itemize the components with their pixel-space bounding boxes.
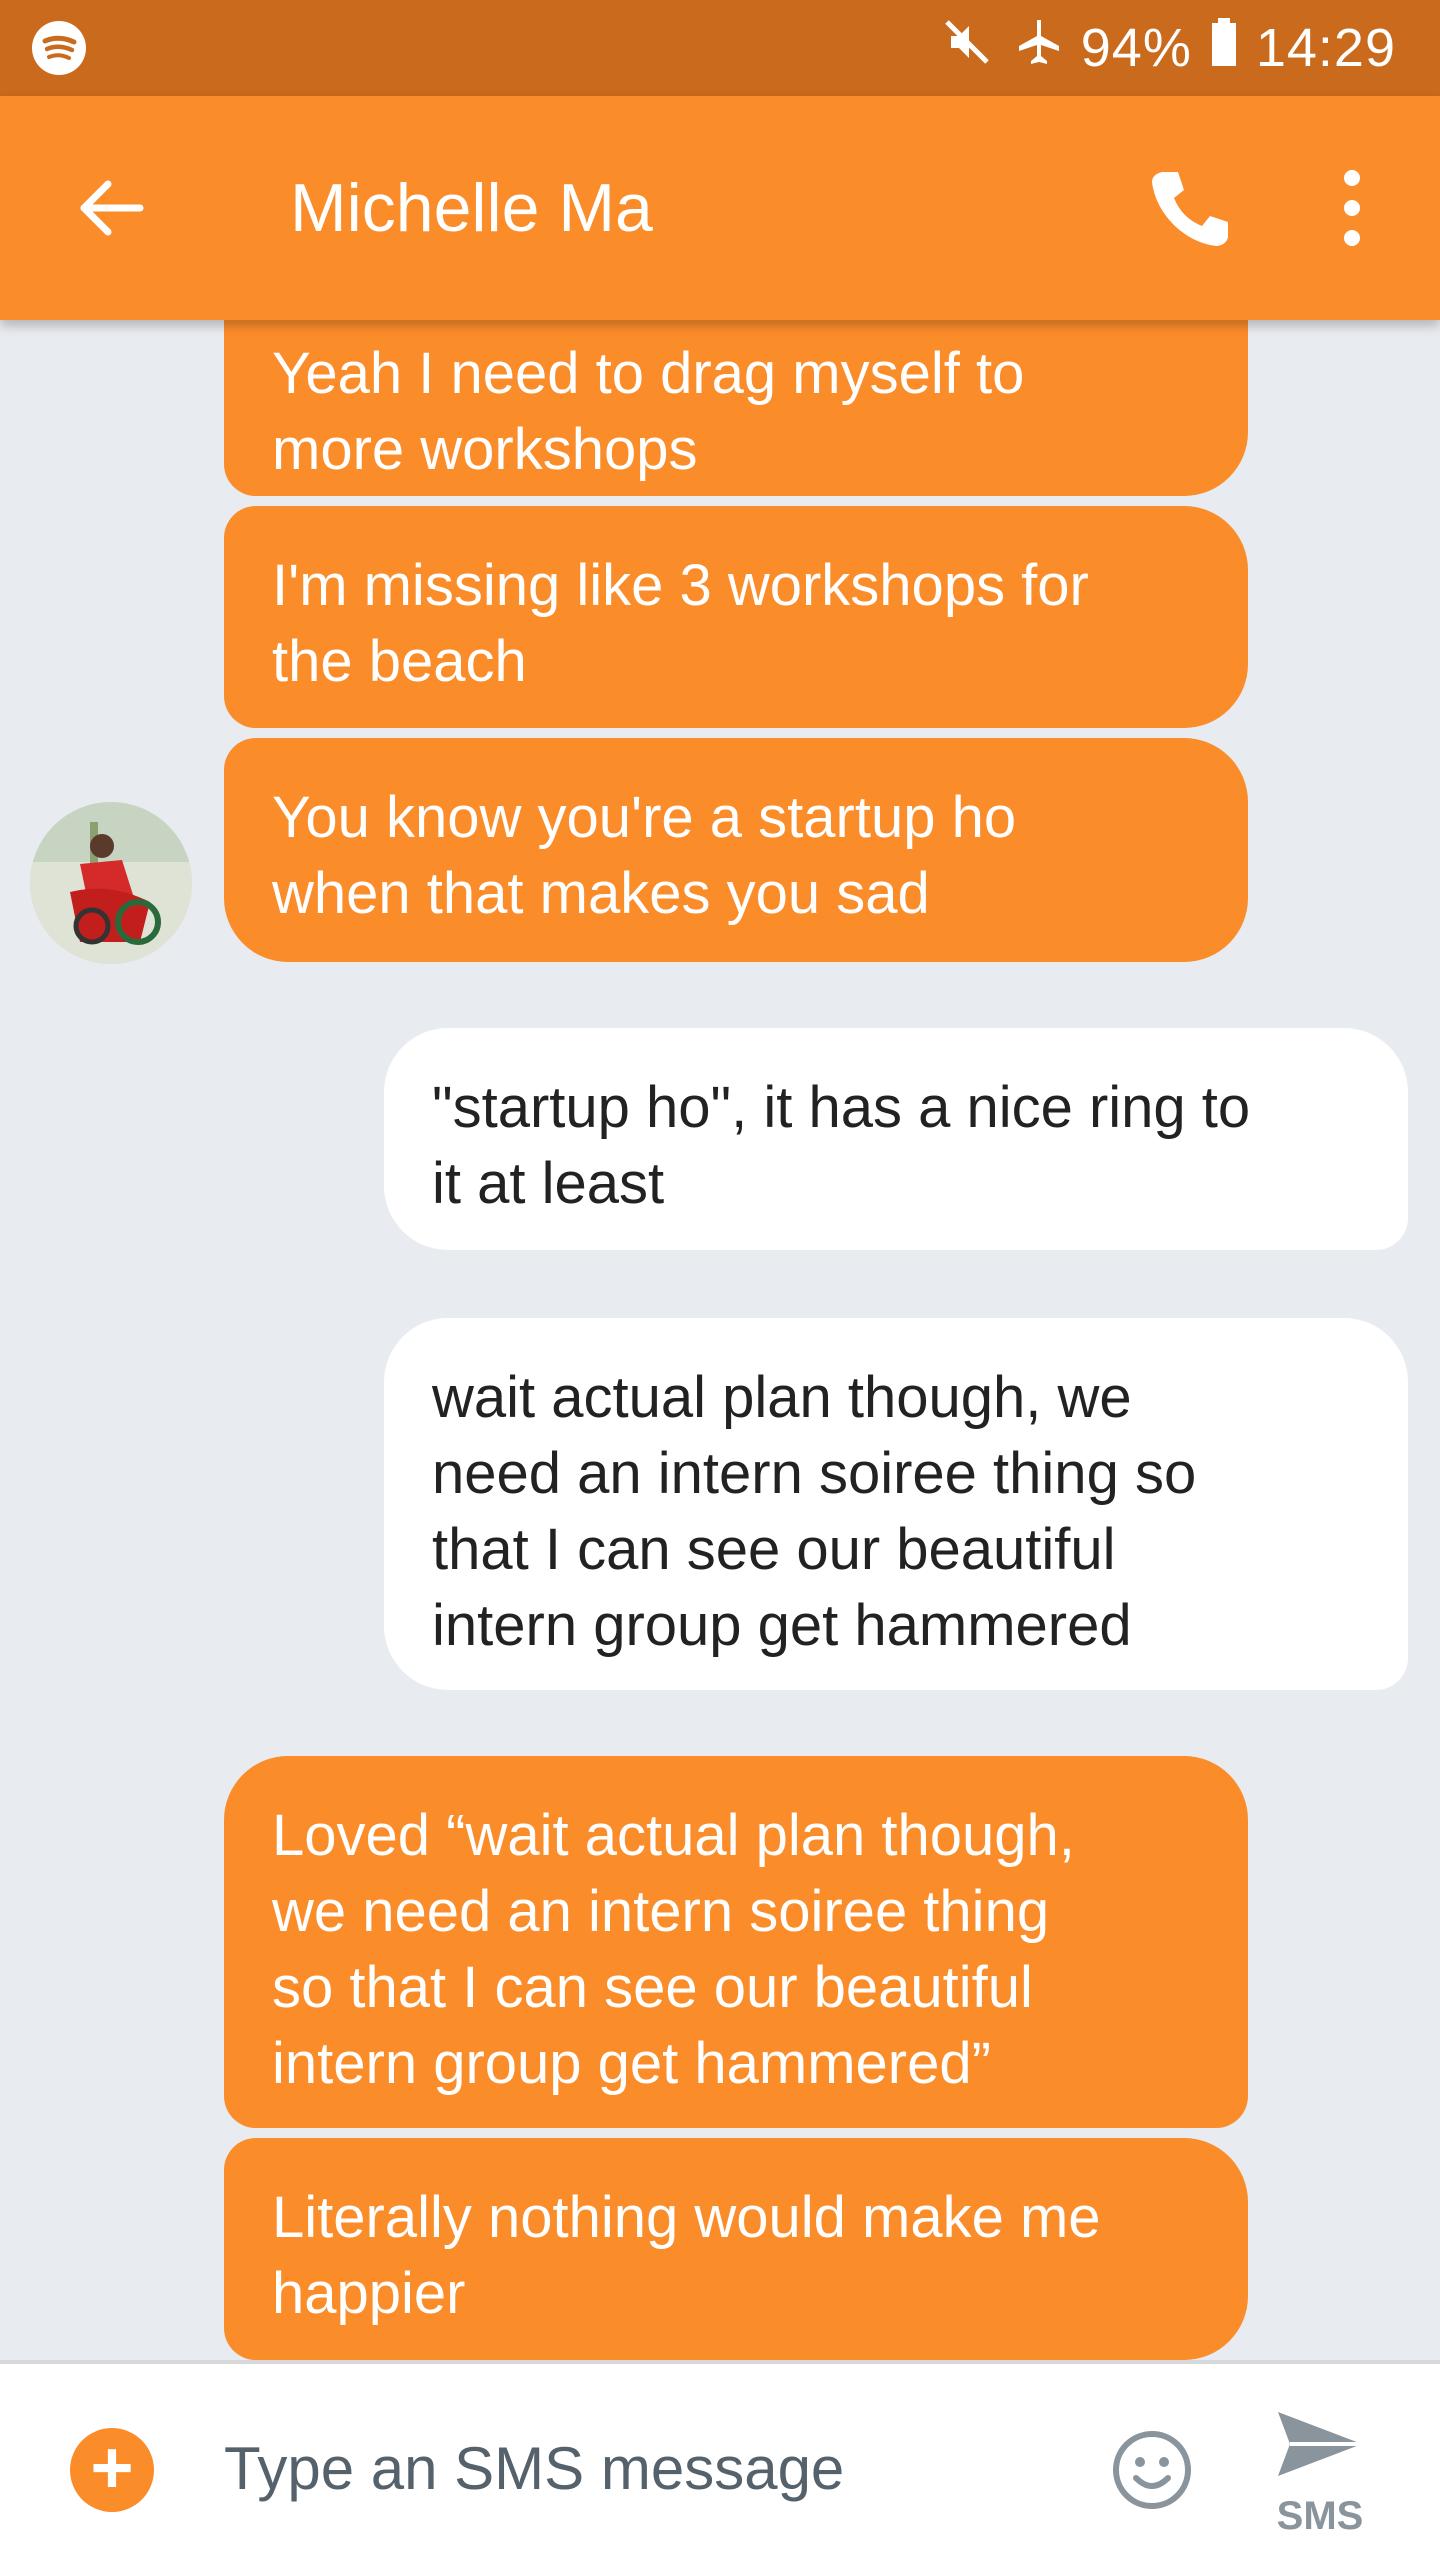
back-arrow-icon[interactable] xyxy=(70,166,154,250)
contact-name[interactable]: Michelle Ma xyxy=(290,96,653,320)
add-icon[interactable]: + xyxy=(70,2428,154,2512)
message-input[interactable] xyxy=(224,2424,1044,2514)
message-bubble-incoming[interactable]: I'm missing like 3 workshops for the bea… xyxy=(224,506,1248,728)
message-bubble-incoming[interactable]: Loved “wait actual plan though, we need … xyxy=(224,1756,1248,2128)
compose-bar: + SMS xyxy=(0,2360,1440,2560)
status-indicators: 94% 14:29 xyxy=(941,0,1396,96)
send-label[interactable]: SMS xyxy=(1264,2494,1376,2539)
mute-icon xyxy=(941,16,993,81)
message-thread[interactable]: Yeah I need to drag myself to more works… xyxy=(0,320,1440,2360)
send-icon[interactable] xyxy=(1270,2404,1370,2484)
clock: 14:29 xyxy=(1255,18,1396,78)
message-bubble-incoming[interactable]: Literally nothing would make me happier xyxy=(224,2138,1248,2360)
message-bubble-outgoing[interactable]: "startup ho", it has a nice ring to it a… xyxy=(384,1028,1408,1250)
phone-icon[interactable] xyxy=(1140,160,1236,256)
emoji-icon[interactable] xyxy=(1110,2428,1194,2512)
spotify-icon xyxy=(32,21,86,75)
airplane-icon xyxy=(1011,16,1063,81)
contact-avatar[interactable] xyxy=(30,802,192,964)
battery-icon xyxy=(1210,16,1238,81)
message-bubble-incoming[interactable]: Yeah I need to drag myself to more works… xyxy=(224,320,1248,496)
conversation-header: Michelle Ma xyxy=(0,96,1440,320)
message-bubble-outgoing[interactable]: wait actual plan though, we need an inte… xyxy=(384,1318,1408,1690)
status-bar: 94% 14:29 xyxy=(0,0,1440,96)
battery-percent: 94% xyxy=(1080,18,1192,78)
more-vert-icon[interactable] xyxy=(1310,160,1394,256)
message-bubble-incoming[interactable]: You know you're a startup ho when that m… xyxy=(224,738,1248,962)
